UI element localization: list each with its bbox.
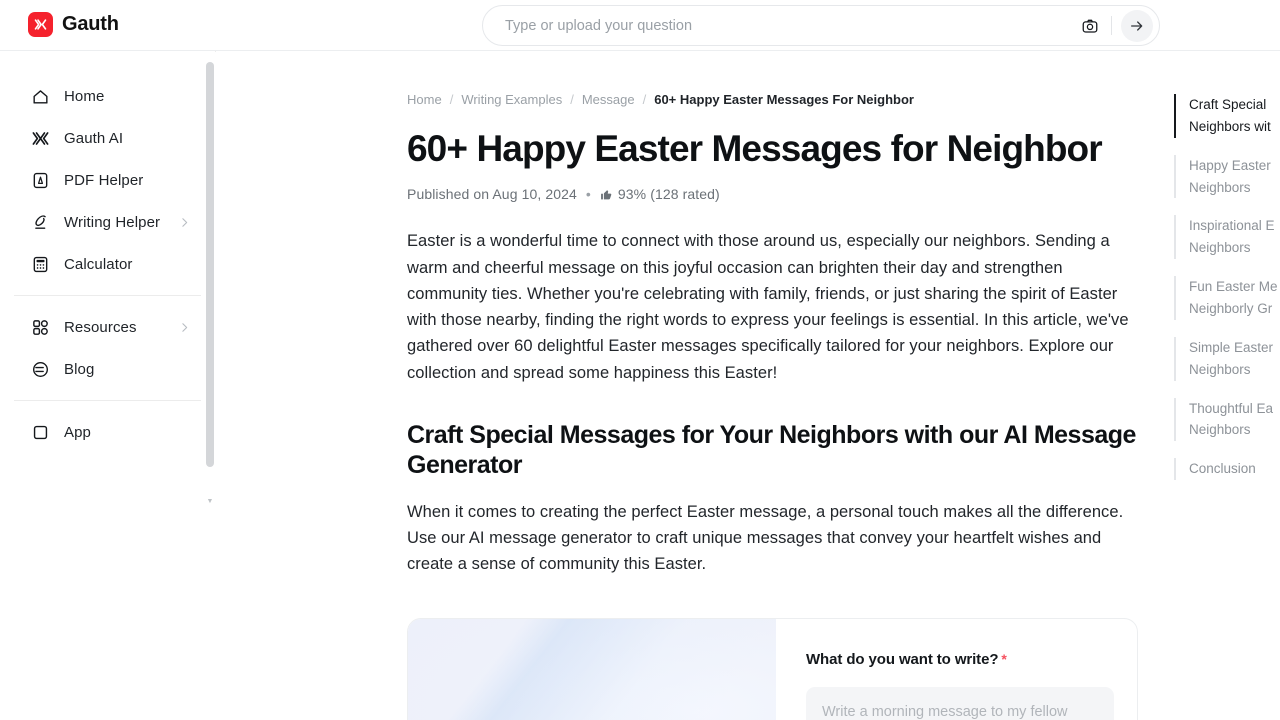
search-input[interactable] xyxy=(483,6,1077,45)
sidebar-item-pdf-helper[interactable]: PDF Helper xyxy=(12,159,203,201)
camera-icon[interactable] xyxy=(1077,13,1103,39)
article-meta: Published on Aug 10, 2024 • 93% (128 rat… xyxy=(407,186,1139,202)
sidebar-item-calculator[interactable]: Calculator xyxy=(12,243,203,285)
sidebar-item-label: Calculator xyxy=(64,255,133,273)
app-window-icon xyxy=(30,422,50,442)
chevron-right-icon xyxy=(178,216,191,229)
toc-item-5[interactable]: Thoughtful Ea Neighbors xyxy=(1174,397,1280,442)
generator-question-label: What do you want to write? * xyxy=(806,651,1114,668)
article-intro-paragraph: Easter is a wonderful time to connect wi… xyxy=(407,232,1129,382)
toc-item-label: Happy Easter Neighbors xyxy=(1189,157,1271,195)
scroll-down-arrow-icon[interactable]: ▼ xyxy=(204,495,216,507)
breadcrumb-separator: / xyxy=(449,92,454,107)
sidebar-item-label: Blog xyxy=(64,360,95,378)
meta-separator-dot: • xyxy=(585,186,591,203)
sidebar-divider-1 xyxy=(14,295,201,296)
sidebar-item-gauth-ai[interactable]: Gauth AI xyxy=(12,117,203,159)
generator-illustration-panel xyxy=(408,618,776,720)
sidebar-scrollbar-thumb[interactable] xyxy=(206,62,214,467)
breadcrumb-item-current: 60+ Happy Easter Messages For Neighbor xyxy=(654,92,914,107)
pen-icon xyxy=(30,212,50,232)
toc-item-0[interactable]: Craft Special Neighbors wit xyxy=(1174,94,1280,138)
thumbs-up-icon xyxy=(600,188,613,201)
search-bar[interactable] xyxy=(482,5,1160,46)
blog-icon xyxy=(30,359,50,379)
section-paragraph: When it comes to creating the perfect Ea… xyxy=(407,502,1124,574)
breadcrumb-separator: / xyxy=(642,92,647,107)
generator-question-text: What do you want to write? xyxy=(806,650,999,668)
rating-value: 93% (128 rated) xyxy=(617,186,720,203)
article-content: Home / Writing Examples / Message / 60+ … xyxy=(216,51,1280,720)
sidebar-item-label: App xyxy=(64,423,91,441)
toc-item-1[interactable]: Happy Easter Neighbors xyxy=(1174,154,1280,199)
toc-item-label: Fun Easter Me Neighborly Gr xyxy=(1189,279,1278,317)
top-header: Gauth xyxy=(0,0,1280,51)
toc-item-4[interactable]: Simple Easter Neighbors xyxy=(1174,336,1280,381)
toc-item-3[interactable]: Fun Easter Me Neighborly Gr xyxy=(1174,276,1280,320)
left-sidebar: Home Gauth AI PDF Helper Writing Helper … xyxy=(0,51,216,720)
grid-squares-icon xyxy=(30,317,50,337)
sidebar-item-blog[interactable]: Blog xyxy=(12,348,203,390)
sidebar-item-label: Gauth AI xyxy=(64,129,124,147)
chevron-right-icon xyxy=(178,321,191,334)
toc-item-label: Inspirational E Neighbors xyxy=(1189,218,1275,256)
pdf-file-icon xyxy=(30,170,50,190)
sidebar-item-label: PDF Helper xyxy=(64,171,144,189)
toc-item-6[interactable]: Conclusion xyxy=(1174,458,1280,481)
breadcrumb: Home / Writing Examples / Message / 60+ … xyxy=(407,92,1139,107)
gauth-x-logo-icon xyxy=(28,12,53,37)
home-icon xyxy=(30,86,50,106)
sidebar-item-label: Writing Helper xyxy=(64,213,161,231)
brand-logo[interactable]: Gauth xyxy=(28,12,119,37)
toc-item-2[interactable]: Inspirational E Neighbors xyxy=(1174,215,1280,260)
toc-item-label: Conclusion xyxy=(1189,461,1256,477)
toc-item-label: Thoughtful Ea Neighbors xyxy=(1189,400,1274,438)
breadcrumb-item-home[interactable]: Home xyxy=(407,92,442,107)
sidebar-item-label: Resources xyxy=(64,318,137,336)
published-date: Published on Aug 10, 2024 xyxy=(407,186,577,203)
toc-item-label: Craft Special Neighbors wit xyxy=(1189,97,1271,134)
breadcrumb-item-message[interactable]: Message xyxy=(582,92,635,107)
sidebar-item-writing-helper[interactable]: Writing Helper xyxy=(12,201,203,243)
generator-form: What do you want to write? * xyxy=(776,619,1137,720)
brand-name: Gauth xyxy=(62,13,119,35)
sidebar-item-app[interactable]: App xyxy=(12,411,203,453)
search-submit-button[interactable] xyxy=(1121,9,1153,42)
sidebar-item-resources[interactable]: Resources xyxy=(12,306,203,348)
sidebar-scrollbar[interactable]: ▲ ▼ xyxy=(204,52,216,720)
toc-item-label: Simple Easter Neighbors xyxy=(1189,339,1274,377)
sidebar-item-label: Home xyxy=(64,87,105,105)
breadcrumb-separator: / xyxy=(570,92,574,107)
table-of-contents: Craft Special Neighbors wit Happy Easter… xyxy=(1174,94,1280,497)
search-divider xyxy=(1111,16,1112,35)
sidebar-primary-list: Home Gauth AI PDF Helper Writing Helper … xyxy=(0,51,215,453)
calculator-icon xyxy=(30,254,50,274)
breadcrumb-item-writing-examples[interactable]: Writing Examples xyxy=(461,92,562,107)
sidebar-divider-2 xyxy=(14,400,201,401)
ai-message-generator-card: What do you want to write? * xyxy=(407,617,1138,720)
gauth-ai-icon xyxy=(30,128,50,148)
generator-prompt-input[interactable] xyxy=(806,686,1114,720)
required-asterisk: * xyxy=(1001,650,1007,667)
section-heading: Craft Special Messages for Your Neighbor… xyxy=(407,420,1136,480)
page-title: 60+ Happy Easter Messages for Neighbor xyxy=(407,128,1103,169)
sidebar-item-home[interactable]: Home xyxy=(12,75,203,117)
